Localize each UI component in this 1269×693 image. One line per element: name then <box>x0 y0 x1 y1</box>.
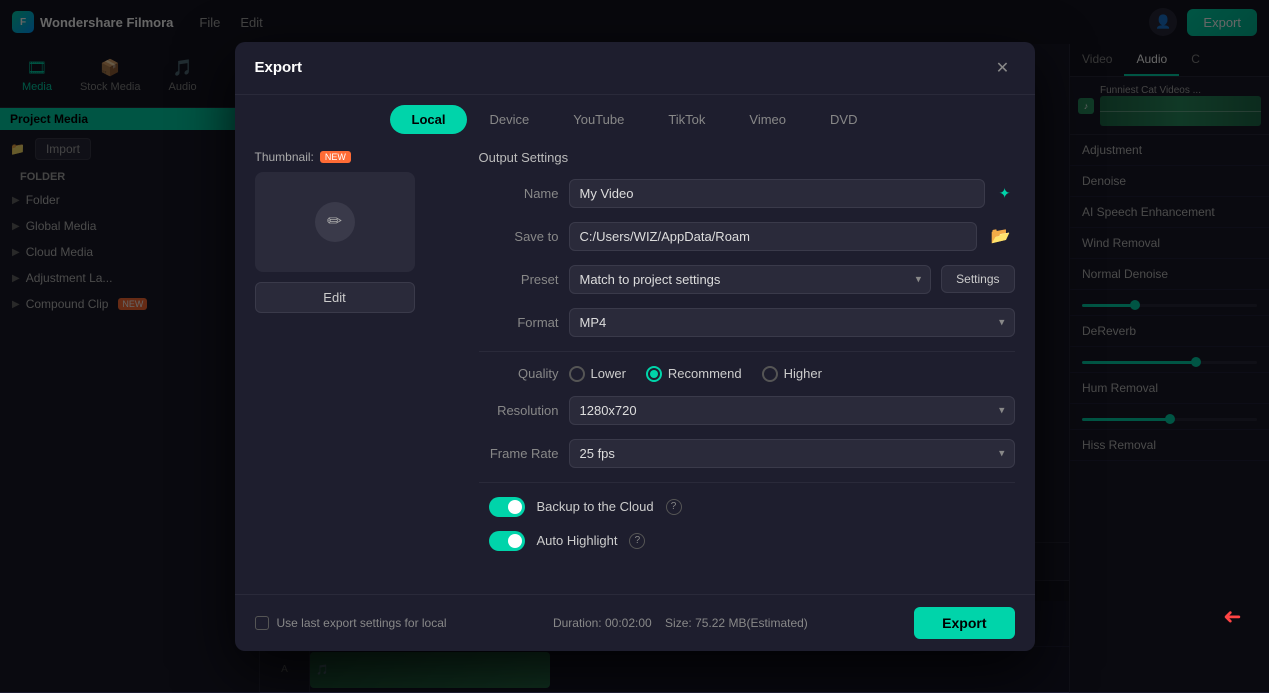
dialog-header: Export ✕ <box>235 42 1035 95</box>
resolution-select-wrapper: 1280x720 <box>569 396 1015 425</box>
dialog-tab-device[interactable]: Device <box>467 105 551 134</box>
output-settings: Output Settings Name ✦ Save to 📂 <box>455 150 1015 578</box>
quality-recommend-radio[interactable] <box>646 366 662 382</box>
arrow-indicator: ➜ <box>1223 604 1241 630</box>
export-dialog: Export ✕ Local Device YouTube TikTok Vim… <box>235 42 1035 651</box>
radio-group-quality: Lower Recommend Higher <box>569 366 822 382</box>
output-scroll: Name ✦ Save to 📂 Preset <box>479 179 1015 559</box>
output-settings-title: Output Settings <box>479 150 1015 165</box>
use-last-export-label: Use last export settings for local <box>277 616 447 630</box>
divider-1 <box>479 351 1015 352</box>
quality-lower-label: Lower <box>591 366 626 381</box>
frame-rate-select[interactable]: 25 fps <box>569 439 1015 468</box>
frame-rate-row: Frame Rate 25 fps <box>479 439 1015 468</box>
format-label: Format <box>479 315 559 330</box>
app-background: F Wondershare Filmora File Edit 👤 Export… <box>0 0 1269 692</box>
auto-highlight-label: Auto Highlight <box>537 533 618 548</box>
dialog-close-btn[interactable]: ✕ <box>991 56 1015 80</box>
thumbnail-label-text: Thumbnail: <box>255 150 314 164</box>
dialog-tabs: Local Device YouTube TikTok Vimeo DVD <box>235 95 1035 134</box>
size-label: Size: <box>665 616 692 630</box>
backup-cloud-row: Backup to the Cloud ? <box>479 497 1015 517</box>
preset-select-wrapper: Match to project settings <box>569 265 932 294</box>
quality-lower-option[interactable]: Lower <box>569 366 626 382</box>
backup-cloud-label: Backup to the Cloud <box>537 499 654 514</box>
browse-folder-btn[interactable]: 📂 <box>987 222 1015 250</box>
quality-recommend-label: Recommend <box>668 366 742 381</box>
backup-cloud-knob <box>508 500 522 514</box>
size-value: 75.22 MB(Estimated) <box>695 616 808 630</box>
dialog-tab-local[interactable]: Local <box>390 105 468 134</box>
backup-cloud-help-icon[interactable]: ? <box>666 499 682 515</box>
quality-recommend-option[interactable]: Recommend <box>646 366 742 382</box>
preset-label: Preset <box>479 272 559 287</box>
dialog-body: Thumbnail: NEW ✏ Edit Output Settings Na… <box>235 134 1035 594</box>
auto-highlight-toggle[interactable] <box>489 531 525 551</box>
dialog-tab-youtube[interactable]: YouTube <box>551 105 646 134</box>
backup-cloud-toggle[interactable] <box>489 497 525 517</box>
name-label: Name <box>479 186 559 201</box>
thumbnail-edit-icon: ✏ <box>315 202 355 242</box>
export-btn-dialog[interactable]: Export <box>914 607 1014 639</box>
save-to-row: Save to 📂 <box>479 222 1015 251</box>
thumbnail-new-badge: NEW <box>320 151 351 163</box>
auto-highlight-help-icon[interactable]: ? <box>629 533 645 549</box>
dialog-tab-tiktok[interactable]: TikTok <box>646 105 727 134</box>
duration-value: 00:02:00 <box>605 616 652 630</box>
resolution-row: Resolution 1280x720 <box>479 396 1015 425</box>
quality-higher-label: Higher <box>784 366 822 381</box>
use-last-export-checkbox-row[interactable]: Use last export settings for local <box>255 616 447 630</box>
preset-select[interactable]: Match to project settings <box>569 265 932 294</box>
quality-row: Quality Lower Recommend <box>479 366 1015 382</box>
resolution-select[interactable]: 1280x720 <box>569 396 1015 425</box>
quality-higher-option[interactable]: Higher <box>762 366 822 382</box>
thumbnail-label: Thumbnail: NEW <box>255 150 455 164</box>
format-select-wrapper: MP4 <box>569 308 1015 337</box>
duration-label: Duration: <box>553 616 602 630</box>
quality-higher-radio[interactable] <box>762 366 778 382</box>
modal-overlay: Export ✕ Local Device YouTube TikTok Vim… <box>0 0 1269 692</box>
duration-info: Duration: 00:02:00 Size: 75.22 MB(Estima… <box>553 616 808 630</box>
dialog-footer: Use last export settings for local Durat… <box>235 594 1035 651</box>
preset-row: Preset Match to project settings Setting… <box>479 265 1015 294</box>
save-to-input[interactable] <box>569 222 977 251</box>
save-to-label: Save to <box>479 229 559 244</box>
quality-lower-radio[interactable] <box>569 366 585 382</box>
name-input[interactable] <box>569 179 985 208</box>
name-row: Name ✦ <box>479 179 1015 208</box>
edit-thumbnail-btn[interactable]: Edit <box>255 282 415 313</box>
frame-rate-label: Frame Rate <box>479 446 559 461</box>
dialog-tab-dvd[interactable]: DVD <box>808 105 879 134</box>
quality-label: Quality <box>479 366 559 381</box>
ai-name-btn[interactable]: ✦ <box>995 181 1015 206</box>
divider-2 <box>479 482 1015 483</box>
resolution-label: Resolution <box>479 403 559 418</box>
toggle-section: Backup to the Cloud ? Auto Highlight ? <box>479 497 1015 559</box>
dialog-tab-vimeo[interactable]: Vimeo <box>727 105 808 134</box>
format-select[interactable]: MP4 <box>569 308 1015 337</box>
dialog-title: Export <box>255 59 303 76</box>
format-row: Format MP4 <box>479 308 1015 337</box>
auto-highlight-row: Auto Highlight ? <box>479 531 1015 551</box>
thumbnail-panel: Thumbnail: NEW ✏ Edit <box>255 150 455 578</box>
preset-settings-btn[interactable]: Settings <box>941 265 1014 293</box>
frame-rate-select-wrapper: 25 fps <box>569 439 1015 468</box>
auto-highlight-knob <box>508 534 522 548</box>
thumbnail-box[interactable]: ✏ <box>255 172 415 272</box>
use-last-export-checkbox[interactable] <box>255 616 269 630</box>
